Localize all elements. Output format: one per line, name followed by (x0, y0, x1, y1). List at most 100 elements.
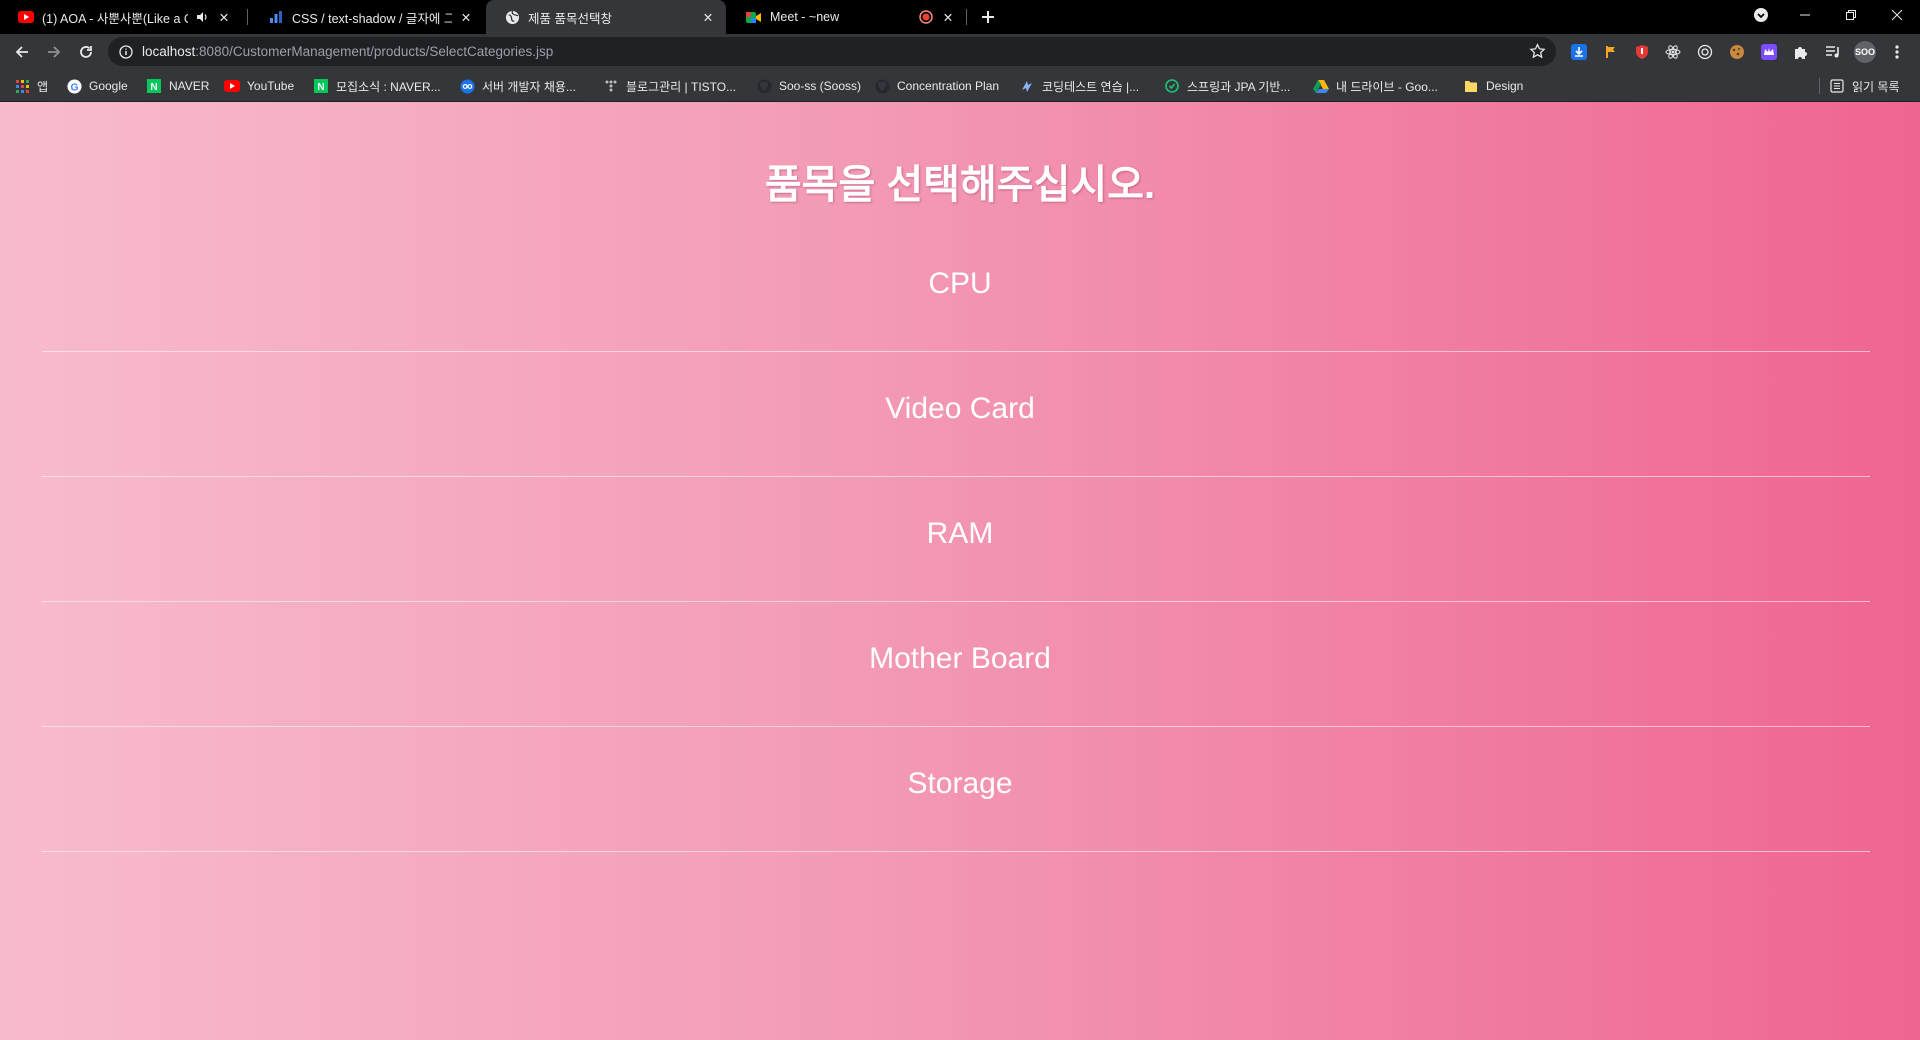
reading-list-button[interactable]: 읽기 목록 (1829, 70, 1900, 102)
tab-divider (247, 9, 248, 25)
list-item: Video Card (0, 352, 1920, 477)
svg-text:G: G (70, 82, 78, 93)
bookmark-naver[interactable]: N NAVER (146, 70, 209, 102)
list-item: RAM (0, 477, 1920, 602)
arrow-right-icon (48, 46, 61, 58)
forward-button[interactable] (40, 38, 68, 66)
tab-youtube[interactable]: (1) AOA - 사뿐사뿐(Like a C ✕ (0, 0, 242, 34)
bookmark-spring-jpa[interactable]: 스프링과 JPA 기반... (1164, 70, 1290, 102)
category-link-ram[interactable]: RAM (0, 477, 1920, 551)
bookmark-naver-recruit[interactable]: N 모집소식 : NAVER... (313, 70, 441, 102)
address-bar[interactable]: localhost:8080/CustomerManagement/produc… (108, 37, 1556, 66)
reading-list-icon (1829, 78, 1845, 94)
url-text: localhost:8080/CustomerManagement/produc… (142, 44, 553, 59)
tab-search-button[interactable] (1738, 0, 1784, 30)
page-content: 품목을 선택해주십시오. CPU Video Card RAM Mother B… (0, 102, 1920, 1040)
bookmark-label: 앱 (37, 79, 49, 94)
bookmark-tistory[interactable]: 블로그관리 | TISTO... (603, 70, 736, 102)
download-extension-icon[interactable] (1570, 43, 1588, 61)
plus-icon (982, 11, 994, 23)
restore-icon (1846, 10, 1856, 20)
bookmark-label: Google (89, 79, 128, 93)
svg-text:N: N (317, 82, 324, 93)
category-link-video-card[interactable]: Video Card (0, 352, 1920, 426)
site-info-icon[interactable] (118, 44, 134, 60)
bookmark-youtube[interactable]: YouTube (224, 70, 294, 102)
bookmark-folder-design[interactable]: Design (1463, 70, 1523, 102)
target-extension-icon[interactable] (1696, 43, 1714, 61)
speaker-icon[interactable] (194, 9, 210, 25)
url-path: :8080/CustomerManagement/products/Select… (195, 44, 554, 59)
page-title: 품목을 선택해주십시오. (764, 163, 1156, 207)
tab-strip: (1) AOA - 사뿐사뿐(Like a C ✕ CSS / text-sha… (0, 0, 1920, 34)
programmers-icon (1019, 78, 1035, 94)
bookmark-label: NAVER (169, 79, 210, 93)
new-tab-button[interactable] (976, 5, 1000, 29)
flag-extension-icon[interactable] (1602, 43, 1620, 61)
reload-button[interactable] (72, 38, 100, 66)
google-drive-icon (1313, 78, 1329, 94)
close-tab-icon[interactable]: ✕ (940, 9, 956, 25)
close-window-button[interactable] (1874, 0, 1920, 30)
bookmark-label: YouTube (247, 79, 295, 93)
list-item: CPU (0, 227, 1920, 352)
media-control-icon[interactable] (1824, 43, 1842, 61)
globe-icon (504, 9, 520, 25)
restore-button[interactable] (1828, 0, 1874, 30)
profile-label: SOO (1854, 47, 1875, 57)
youtube-icon (224, 78, 240, 94)
bookmark-apps[interactable]: 앱 (14, 70, 48, 102)
github-icon (756, 78, 772, 94)
close-tab-icon[interactable]: ✕ (700, 9, 716, 25)
tab-search-icon (1754, 8, 1768, 22)
close-tab-icon[interactable]: ✕ (216, 9, 232, 25)
back-button[interactable] (8, 38, 36, 66)
bookmark-star-icon[interactable] (1529, 43, 1546, 60)
bookmark-github-sooss[interactable]: Soo-ss (Sooss) (756, 70, 861, 102)
list-item: Storage (0, 727, 1920, 852)
category-list: CPU Video Card RAM Mother Board Storage (0, 227, 1920, 852)
profile-avatar[interactable]: SOO (1854, 41, 1876, 63)
bookmark-label: 블로그관리 | TISTO... (626, 79, 737, 94)
extensions-puzzle-icon[interactable] (1792, 43, 1810, 61)
bookmark-label: Concentration Plan (897, 79, 1000, 93)
tab-select-categories[interactable]: 제품 품목선택창 ✕ (486, 0, 726, 34)
bookmark-label: 스프링과 JPA 기반... (1187, 79, 1291, 94)
minimize-button[interactable] (1782, 0, 1828, 30)
bookmarks-bar: 앱 G Google N NAVER YouTube N 모집소식 : NAVE… (0, 70, 1920, 102)
inflearn-icon (1164, 78, 1180, 94)
close-tab-icon[interactable]: ✕ (458, 9, 474, 25)
category-link-cpu[interactable]: CPU (0, 227, 1920, 301)
url-host: localhost (142, 44, 196, 59)
category-link-storage[interactable]: Storage (0, 727, 1920, 801)
folder-icon (1463, 78, 1479, 94)
tab-title: Meet - ~new (770, 10, 840, 24)
reload-icon (80, 46, 92, 58)
tab-meet[interactable]: Meet - ~new ✕ (728, 0, 966, 34)
tab-title: CSS / text-shadow / 글자에 그림 (292, 11, 452, 26)
youtube-icon (18, 9, 34, 25)
minimize-icon (1800, 14, 1810, 16)
loop-icon (459, 78, 475, 94)
bookmark-label: Soo-ss (Sooss) (779, 79, 862, 93)
bookmark-google[interactable]: G Google (66, 70, 128, 102)
bookmark-concentration-plan[interactable]: Concentration Plan (874, 70, 999, 102)
category-link-mother-board[interactable]: Mother Board (0, 602, 1920, 676)
bookmark-coding-test[interactable]: 코딩테스트 연습 |... (1019, 70, 1139, 102)
tab-css-blog[interactable]: CSS / text-shadow / 글자에 그림 ✕ (250, 0, 484, 34)
naver-icon: N (146, 78, 162, 94)
github-icon (874, 78, 890, 94)
bookmark-google-drive[interactable]: 내 드라이브 - Goo... (1313, 70, 1438, 102)
chrome-menu-icon[interactable] (1888, 43, 1906, 61)
cookie-extension-icon[interactable] (1728, 43, 1746, 61)
apps-grid-icon (14, 78, 30, 94)
close-icon (1892, 10, 1902, 20)
shield-extension-icon[interactable] (1633, 43, 1651, 61)
bookmark-label: 모집소식 : NAVER... (336, 79, 441, 94)
crown-extension-icon[interactable] (1760, 43, 1778, 61)
bookmark-label: Design (1486, 79, 1524, 93)
react-devtools-icon[interactable] (1664, 43, 1682, 61)
bookmark-server-jobs[interactable]: 서버 개발자 채용... (459, 70, 576, 102)
tab-divider (966, 9, 967, 25)
bookmark-label: 코딩테스트 연습 |... (1042, 79, 1140, 94)
